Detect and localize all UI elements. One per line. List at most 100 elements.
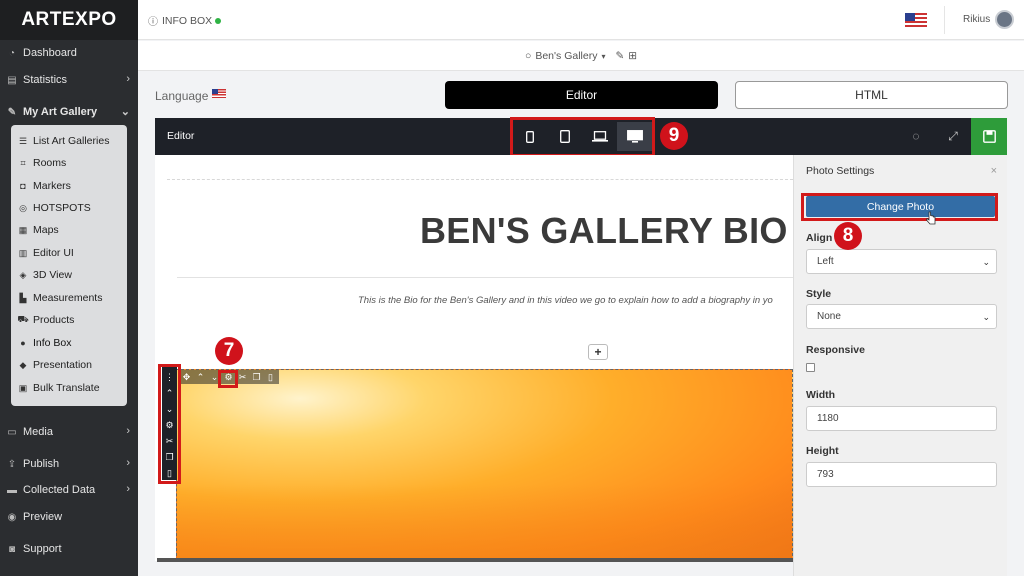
annotation-box-gear bbox=[218, 370, 238, 388]
editor-canvas[interactable]: BEN'S GALLERY BIO This is the Bio for th… bbox=[155, 155, 793, 561]
ruler-icon: ▙ bbox=[19, 292, 27, 303]
responsive-label: Responsive bbox=[806, 344, 865, 356]
horizontal-scrollbar[interactable] bbox=[157, 558, 793, 562]
submenu-item-products[interactable]: ⛟ Products bbox=[17, 310, 75, 330]
submenu-item-3d-view[interactable]: ◈ 3D View bbox=[18, 265, 72, 285]
style-label: Style bbox=[806, 288, 832, 300]
submenu-label: Bulk Translate bbox=[33, 382, 100, 394]
us-flag-icon[interactable] bbox=[905, 13, 927, 27]
circle-icon: ○ bbox=[525, 50, 532, 62]
submenu-label: 3D View bbox=[33, 269, 72, 281]
inbox-icon: ▬ bbox=[7, 484, 17, 496]
submenu-label: Editor UI bbox=[33, 247, 74, 259]
caret-down-icon: ▾ bbox=[601, 51, 606, 61]
submenu-label: Markers bbox=[33, 180, 71, 192]
chevron-right-icon: › bbox=[126, 483, 130, 495]
move-icon[interactable]: ✥ bbox=[181, 371, 192, 383]
annotation-box-devices bbox=[510, 117, 655, 157]
editor-title: Editor bbox=[167, 130, 195, 142]
copy-icon[interactable]: ❐ bbox=[251, 371, 262, 383]
top-bar: ⓘ INFO BOX Rikius bbox=[138, 0, 1024, 40]
fullscreen-icon[interactable]: ⤢ bbox=[945, 128, 961, 144]
submenu-item-editor-ui[interactable]: ▥ Editor UI bbox=[18, 243, 74, 263]
cut-icon[interactable]: ✂ bbox=[237, 371, 248, 383]
submenu-label: HOTSPOTS bbox=[33, 202, 91, 214]
sidebar: ARTEXPO ◔ Dashboard ▤ Statistics › ✎ My … bbox=[0, 0, 138, 576]
avatar[interactable] bbox=[995, 10, 1014, 29]
height-label: Height bbox=[806, 445, 839, 457]
gallery-bar: ○ Ben's Gallery ▾ ✎ ⊞ bbox=[138, 41, 1024, 71]
submenu-label: Presentation bbox=[33, 359, 92, 371]
language-selector[interactable]: Language bbox=[155, 89, 227, 103]
chat-icon: ◙ bbox=[8, 543, 16, 555]
sidebar-item-my-art-gallery[interactable]: ✎ My Art Gallery ⌄ bbox=[0, 101, 138, 123]
submenu-label: Rooms bbox=[33, 157, 67, 169]
submenu-item-rooms[interactable]: ⌗ Rooms bbox=[18, 153, 66, 173]
user-name[interactable]: Rikius bbox=[963, 14, 990, 25]
info-icon: ● bbox=[20, 338, 26, 348]
layout-icon: ▥ bbox=[18, 247, 28, 258]
hierarchy-icon[interactable]: ⊞ bbox=[628, 50, 637, 62]
sidebar-item-dashboard[interactable]: ◔ Dashboard bbox=[0, 42, 138, 64]
gauge-icon: ◔ bbox=[8, 47, 16, 59]
submenu-item-markers[interactable]: ◘ Markers bbox=[18, 176, 71, 196]
sidebar-item-media[interactable]: ▭ Media › bbox=[0, 421, 138, 443]
bio-heading[interactable]: BEN'S GALLERY BIO bbox=[420, 210, 788, 252]
submenu-label: Products bbox=[33, 314, 75, 326]
close-icon[interactable]: × bbox=[991, 165, 997, 177]
wrench-icon: ✎ bbox=[7, 106, 17, 118]
hide-preview-icon[interactable]: ◌ bbox=[908, 128, 924, 144]
html-mode-button[interactable]: HTML bbox=[735, 81, 1008, 109]
chevron-right-icon: › bbox=[126, 425, 130, 437]
gallery-selector[interactable]: ○ Ben's Gallery ▾ ✎ ⊞ bbox=[525, 50, 637, 62]
align-select[interactable]: Left ⌄ bbox=[806, 249, 997, 274]
submenu-item-info-box[interactable]: ● Info Box bbox=[18, 333, 71, 353]
annotation-box-vertical-toolbar bbox=[158, 364, 181, 484]
submenu-item-presentation[interactable]: ◆ Presentation bbox=[18, 355, 92, 375]
annotation-badge-8: 8 bbox=[834, 222, 862, 250]
marker-icon: ◘ bbox=[20, 181, 26, 191]
style-value: None bbox=[817, 311, 841, 322]
language-label: Language bbox=[155, 89, 209, 103]
target-icon: ◎ bbox=[19, 202, 27, 213]
hand-cursor-icon bbox=[926, 211, 936, 225]
align-label: Align bbox=[806, 232, 833, 244]
sidebar-item-preview[interactable]: ◉ Preview bbox=[0, 506, 138, 528]
add-block-button[interactable]: + bbox=[588, 344, 608, 360]
arrow-up-icon[interactable]: ⌃ bbox=[195, 371, 206, 383]
selected-photo[interactable] bbox=[176, 369, 793, 561]
sidebar-item-label: My Art Gallery bbox=[23, 106, 98, 118]
sidebar-item-label: Publish bbox=[23, 458, 60, 470]
style-select[interactable]: None ⌄ bbox=[806, 304, 997, 329]
annotation-box-change-photo bbox=[801, 193, 998, 221]
submenu-item-measurements[interactable]: ▙ Measurements bbox=[18, 288, 103, 308]
annotation-badge-7: 7 bbox=[215, 337, 243, 365]
bio-paragraph[interactable]: This is the Bio for the Ben's Gallery an… bbox=[358, 295, 773, 306]
responsive-checkbox[interactable] bbox=[806, 363, 815, 372]
submenu-item-hotspots[interactable]: ◎ HOTSPOTS bbox=[18, 198, 91, 218]
trash-icon[interactable]: ▯ bbox=[265, 371, 276, 383]
save-button[interactable] bbox=[971, 118, 1007, 155]
width-input[interactable]: 1180 bbox=[806, 406, 997, 431]
save-icon bbox=[982, 130, 996, 143]
sidebar-item-statistics[interactable]: ▤ Statistics › bbox=[0, 69, 138, 91]
sidebar-item-support[interactable]: ◙ Support bbox=[0, 538, 138, 560]
app-logo[interactable]: ARTEXPO bbox=[0, 0, 138, 40]
annotation-badge-9: 9 bbox=[660, 122, 688, 150]
sidebar-item-label: Support bbox=[23, 543, 62, 555]
divider-line bbox=[177, 277, 793, 278]
submenu-item-list-art-galleries[interactable]: ☰ List Art Galleries bbox=[18, 131, 110, 151]
sidebar-item-label: Dashboard bbox=[23, 47, 77, 59]
sidebar-item-collected-data[interactable]: ▬ Collected Data › bbox=[0, 479, 138, 501]
sidebar-item-publish[interactable]: ⇪ Publish › bbox=[0, 453, 138, 475]
edit-icon[interactable]: ✎ bbox=[615, 50, 624, 62]
cube-icon: ◈ bbox=[19, 269, 27, 280]
status-online-dot bbox=[215, 17, 222, 24]
editor-mode-button[interactable]: Editor bbox=[445, 81, 718, 109]
upload-icon: ⇪ bbox=[7, 458, 17, 470]
submenu-item-maps[interactable]: ▦ Maps bbox=[18, 220, 59, 240]
submenu-item-bulk-translate[interactable]: ▣ Bulk Translate bbox=[18, 378, 100, 398]
chevron-right-icon: › bbox=[126, 73, 130, 85]
height-input[interactable]: 793 bbox=[806, 462, 997, 487]
eye-icon: ◉ bbox=[7, 511, 17, 523]
